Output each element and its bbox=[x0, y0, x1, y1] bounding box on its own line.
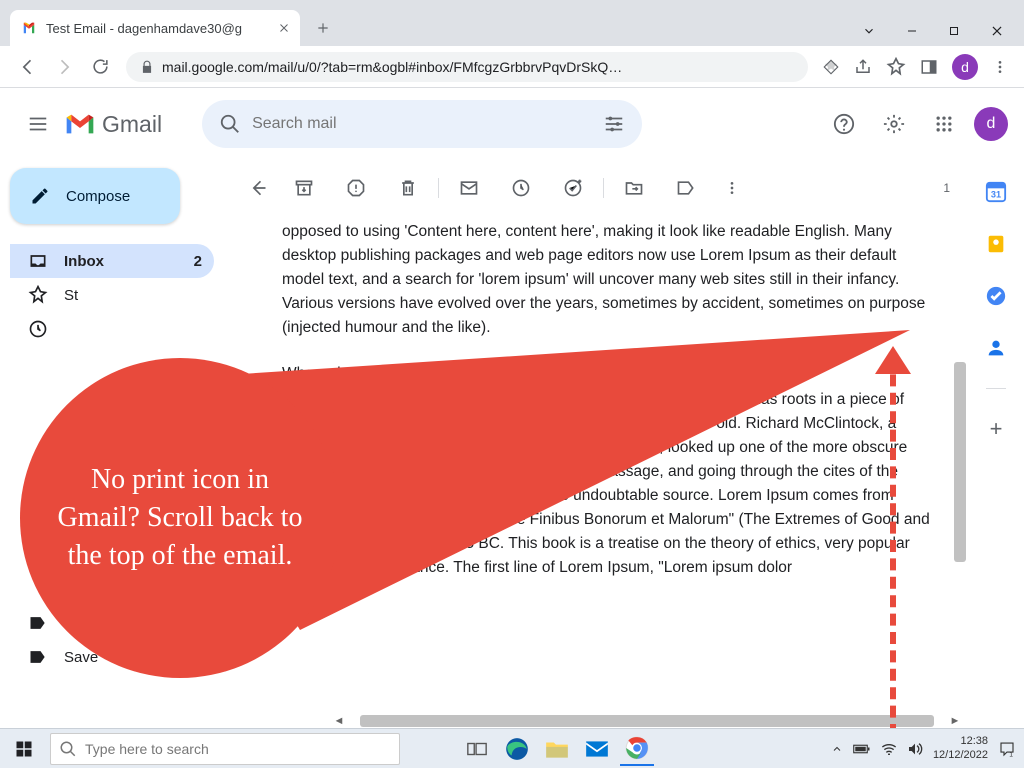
right-rail: 31 + bbox=[968, 160, 1024, 728]
mark-unread-button[interactable] bbox=[443, 168, 495, 208]
archive-button[interactable] bbox=[278, 168, 330, 208]
add-task-button[interactable] bbox=[547, 168, 599, 208]
search-options-icon[interactable] bbox=[592, 113, 636, 135]
svg-text:31: 31 bbox=[991, 190, 1001, 200]
star-icon bbox=[28, 285, 54, 305]
sidebar-item-inbox[interactable]: Inbox 2 bbox=[10, 244, 214, 278]
inbox-icon bbox=[28, 251, 54, 271]
move-to-button[interactable] bbox=[608, 168, 660, 208]
search-icon bbox=[208, 113, 252, 135]
vertical-scrollbar[interactable] bbox=[954, 182, 968, 722]
horizontal-scrollbar[interactable]: ◄ ► bbox=[332, 714, 962, 728]
browser-tab-strip: Test Email - dagenhamdave30@g bbox=[0, 0, 1024, 46]
starred-label: St bbox=[64, 287, 202, 304]
browser-tab[interactable]: Test Email - dagenhamdave30@g bbox=[10, 10, 300, 46]
labels-button[interactable] bbox=[660, 168, 712, 208]
sidebar-item-snoozed[interactable] bbox=[10, 312, 214, 346]
gmail-header: Gmail d bbox=[0, 88, 1024, 160]
keep-app-icon[interactable] bbox=[984, 232, 1008, 256]
bookmark-icon[interactable] bbox=[886, 57, 906, 77]
mail-heading: Where does it come from? bbox=[282, 362, 932, 386]
svg-text:1: 1 bbox=[1009, 751, 1013, 758]
taskbar-search[interactable]: Type here to search bbox=[50, 733, 400, 765]
reload-button[interactable] bbox=[82, 49, 118, 85]
profile-avatar[interactable]: d bbox=[952, 54, 978, 80]
task-view-icon[interactable] bbox=[460, 732, 494, 766]
tasks-app-icon[interactable] bbox=[984, 284, 1008, 308]
url-box[interactable]: mail.google.com/mail/u/0/?tab=rm&ogbl#in… bbox=[126, 52, 808, 82]
tray-volume-icon[interactable] bbox=[907, 742, 923, 756]
delete-button[interactable] bbox=[382, 168, 434, 208]
mail-content: 1 opposed to using 'Content here, conten… bbox=[226, 164, 968, 728]
mail-body: opposed to using 'Content here, content … bbox=[226, 212, 968, 728]
back-button[interactable] bbox=[10, 49, 46, 85]
sidebar-item-saved[interactable]: Save bbox=[10, 640, 214, 674]
mail-toolbar: 1 bbox=[226, 164, 968, 212]
close-window-icon[interactable] bbox=[990, 24, 1004, 38]
taskbar-search-placeholder: Type here to search bbox=[85, 741, 209, 757]
share-icon[interactable] bbox=[854, 58, 872, 76]
sidebar-item-starred[interactable]: St bbox=[10, 278, 214, 312]
settings-icon[interactable] bbox=[874, 104, 914, 144]
report-spam-button[interactable] bbox=[330, 168, 382, 208]
address-bar: mail.google.com/mail/u/0/?tab=rm&ogbl#in… bbox=[0, 46, 1024, 88]
close-tab-icon[interactable] bbox=[276, 20, 292, 36]
main-menu-button[interactable] bbox=[16, 102, 60, 146]
windows-taskbar: Type here to search 12:38 12/12/2022 1 bbox=[0, 728, 1024, 768]
url-text: mail.google.com/mail/u/0/?tab=rm&ogbl#in… bbox=[162, 59, 794, 75]
search-box[interactable] bbox=[202, 100, 642, 148]
more-button[interactable] bbox=[712, 168, 752, 208]
tray-wifi-icon[interactable] bbox=[881, 743, 897, 755]
new-tab-button[interactable] bbox=[308, 13, 338, 43]
explorer-app-icon[interactable] bbox=[540, 732, 574, 766]
gmail-favicon bbox=[20, 19, 38, 37]
gmail-app: Gmail d Compose Inbox 2 bbox=[0, 88, 1024, 728]
compose-label: Compose bbox=[66, 188, 130, 205]
tab-title: Test Email - dagenhamdave30@g bbox=[46, 21, 276, 36]
label-icon bbox=[28, 647, 54, 667]
window-controls bbox=[862, 24, 1024, 38]
maximize-icon[interactable] bbox=[948, 25, 960, 37]
label-icon bbox=[28, 613, 54, 633]
inbox-count: 2 bbox=[194, 253, 202, 270]
saved-label: Save bbox=[64, 649, 202, 666]
snooze-button[interactable] bbox=[495, 168, 547, 208]
sidebar: Compose Inbox 2 St bbox=[0, 160, 226, 728]
start-button[interactable] bbox=[0, 740, 48, 758]
forward-button[interactable] bbox=[46, 49, 82, 85]
chevron-down-icon[interactable] bbox=[862, 24, 876, 38]
tray-notifications-icon[interactable]: 1 bbox=[998, 740, 1016, 758]
inbox-label: Inbox bbox=[64, 253, 194, 270]
add-apps-button[interactable]: + bbox=[984, 417, 1008, 441]
mail-paragraph: opposed to using 'Content here, content … bbox=[282, 220, 932, 340]
gmail-brand-text: Gmail bbox=[102, 111, 162, 138]
calendar-app-icon[interactable]: 31 bbox=[984, 180, 1008, 204]
mail-app-icon[interactable] bbox=[580, 732, 614, 766]
tray-chevron-icon[interactable] bbox=[831, 743, 843, 755]
compose-button[interactable]: Compose bbox=[10, 168, 180, 224]
clock-icon bbox=[28, 319, 54, 339]
gmail-main: Compose Inbox 2 St bbox=[0, 160, 1024, 728]
sidebar-item-label[interactable] bbox=[10, 606, 214, 640]
back-to-inbox-button[interactable] bbox=[238, 168, 278, 208]
mail-paragraph: Contrary to popular belief, Lorem Ipsum … bbox=[282, 388, 932, 580]
contacts-app-icon[interactable] bbox=[984, 336, 1008, 360]
account-avatar[interactable]: d bbox=[974, 107, 1008, 141]
apps-grid-icon[interactable] bbox=[924, 104, 964, 144]
search-input[interactable] bbox=[252, 115, 592, 133]
chrome-app-icon[interactable] bbox=[620, 732, 654, 766]
annotation-arrow-head bbox=[875, 346, 911, 374]
annotation-arrow-line bbox=[890, 356, 896, 728]
side-panel-icon[interactable] bbox=[920, 58, 938, 76]
support-icon[interactable] bbox=[824, 104, 864, 144]
extension-icon[interactable] bbox=[822, 58, 840, 76]
gmail-logo[interactable]: Gmail bbox=[64, 111, 162, 138]
edge-app-icon[interactable] bbox=[500, 732, 534, 766]
lock-icon bbox=[140, 60, 154, 74]
tray-clock[interactable]: 12:38 12/12/2022 bbox=[933, 735, 988, 761]
minimize-icon[interactable] bbox=[906, 25, 918, 37]
tray-battery-icon[interactable] bbox=[853, 743, 871, 755]
chrome-menu-icon[interactable] bbox=[992, 59, 1008, 75]
